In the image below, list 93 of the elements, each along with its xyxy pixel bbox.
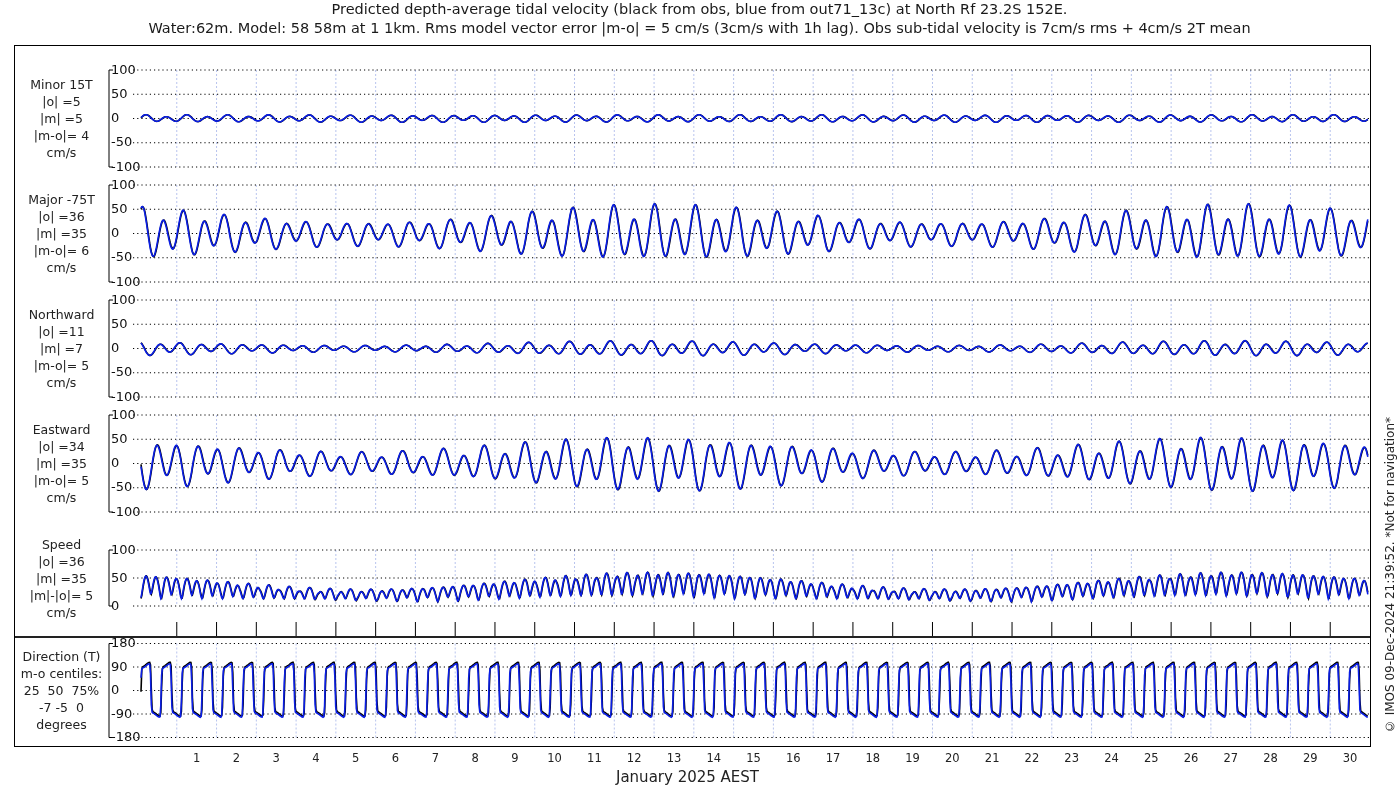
day-label: 16 [785, 751, 801, 765]
y-tick-label: -50 [111, 249, 133, 265]
day-label: 14 [706, 751, 722, 765]
y-tick-label: 50 [111, 315, 128, 331]
y-tick-label: 50 [111, 200, 128, 216]
y-tick-label: -90 [111, 705, 133, 721]
chart-title: Predicted depth-average tidal velocity (black from obs, blue from out71_13c) at North Rf 23.2S 152E. [331, 0, 1068, 19]
y-tick-label: 50 [111, 569, 128, 585]
day-label: 4 [312, 751, 320, 765]
y-tick-label: 0 [111, 455, 120, 470]
panel-label: Speed [41, 535, 82, 553]
day-label: 26 [1183, 751, 1199, 765]
panel-label: Minor 15T [30, 76, 93, 93]
panel-label: cm/s [46, 374, 77, 391]
panel-label: |o| =5 [42, 93, 81, 110]
y-tick-label: 0 [111, 597, 120, 613]
credit-text: © IMOS 09-Dec-2024 21:39:52. *Not for navigation* [1383, 416, 1397, 733]
y-tick-label: 100 [111, 407, 136, 422]
panel-label: |o| =34 [38, 438, 85, 455]
day-label: 19 [905, 751, 920, 765]
y-tick-label: -100 [111, 388, 141, 404]
panel-label: |m| =35 [36, 455, 87, 472]
day-label: 15 [746, 751, 761, 765]
panel-label: |m| =35 [36, 569, 87, 587]
panel-label: m-o centiles: [20, 665, 103, 682]
y-tick-label: 100 [111, 177, 136, 192]
day-label: 8 [471, 751, 479, 765]
panel-label: Major -75T [28, 191, 95, 208]
day-label: 30 [1342, 751, 1358, 765]
y-tick-label: 90 [111, 658, 128, 674]
day-label: 1 [193, 751, 201, 765]
panel-label: Eastward [32, 421, 91, 438]
panel-label: |m-o|= 4 [33, 127, 90, 144]
panel-label: cm/s [46, 603, 77, 621]
chart-subtitle: Water:62m. Model: 58 58m at 1 1km. Rms model vector error |m-o| = 5 cm/s (3cm/s with 1h lag). Obs sub-tidal velocity is 7cm/s rms + 4cm/s 2T mean [148, 19, 1251, 38]
panel-label: Direction (T) [22, 648, 101, 665]
panel-label: |m-o|= 6 [33, 242, 90, 259]
day-label: 18 [865, 751, 881, 765]
y-tick-label: 0 [111, 682, 120, 697]
y-tick-label: 100 [111, 542, 136, 557]
panel-label: -7 -5 0 [39, 699, 84, 716]
day-label: 13 [666, 751, 682, 765]
panel-label: |m| =7 [40, 340, 83, 357]
day-label: 25 [1143, 751, 1159, 765]
panel-label: cm/s [46, 259, 77, 276]
day-label: 28 [1263, 751, 1278, 765]
y-axis [108, 549, 114, 607]
panel-label: |m-o|= 5 [33, 357, 90, 374]
y-tick-label: 0 [111, 340, 120, 355]
y-tick-label: 50 [111, 430, 128, 446]
y-tick-label: -50 [111, 479, 133, 495]
day-label: 12 [626, 751, 642, 765]
y-tick-label: 100 [111, 62, 136, 77]
day-label: 29 [1303, 751, 1318, 765]
y-tick-label: 0 [111, 110, 120, 125]
y-tick-label: -100 [111, 503, 141, 519]
panel-label: |o| =36 [38, 208, 85, 225]
panel-label: |m| =5 [40, 110, 83, 127]
panel-label: degrees [36, 716, 87, 733]
panel-label: |o| =36 [38, 552, 85, 570]
day-label: 27 [1223, 751, 1239, 765]
y-tick-label: 100 [111, 292, 136, 307]
panel-label: |m-o|= 5 [33, 472, 90, 489]
panel-label: cm/s [46, 144, 77, 161]
day-label: 20 [945, 751, 960, 765]
day-label: 24 [1104, 751, 1119, 765]
day-label: 22 [1024, 751, 1040, 765]
panel-label: |o| =11 [38, 323, 85, 340]
panel-label: |m|-|o|= 5 [29, 586, 94, 604]
y-tick-label: -180 [111, 729, 141, 743]
panel-label: 25 50 75% [23, 682, 100, 699]
day-label: 10 [547, 751, 562, 765]
day-label: 3 [272, 751, 280, 765]
y-tick-label: -50 [111, 364, 133, 380]
day-label: 6 [391, 751, 400, 765]
day-label: 2 [232, 751, 241, 765]
panel-label: |m| =35 [36, 225, 87, 242]
x-axis-label: January 2025 AEST [616, 769, 759, 785]
panel-label: Northward [28, 306, 95, 323]
day-label: 23 [1064, 751, 1079, 765]
day-label: 17 [825, 751, 841, 765]
y-tick-label: -100 [111, 158, 141, 174]
y-tick-label: 50 [111, 85, 128, 101]
day-label: 5 [352, 751, 360, 765]
y-tick-label: -50 [111, 134, 133, 150]
y-tick-label: 0 [111, 225, 120, 240]
panel-label: cm/s [46, 489, 77, 506]
day-label: 9 [511, 751, 519, 765]
day-label: 11 [587, 751, 602, 765]
day-label: 7 [431, 751, 439, 765]
y-tick-label: -100 [111, 273, 141, 289]
y-tick-label: 180 [111, 638, 136, 650]
day-label: 21 [984, 751, 1000, 765]
